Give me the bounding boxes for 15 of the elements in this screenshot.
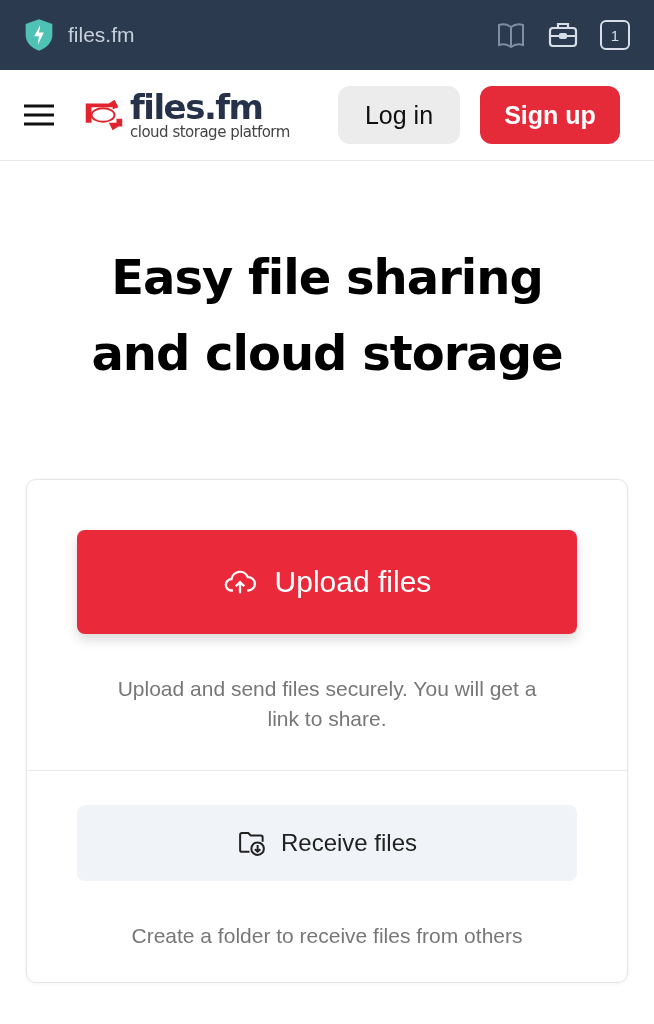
tab-count-button[interactable]: 1 [600, 20, 630, 50]
logo-wordmark[interactable]: files.fm [130, 90, 290, 124]
login-button[interactable]: Log in [338, 86, 460, 144]
shield-icon[interactable] [24, 18, 54, 52]
url-text[interactable]: files.fm [68, 23, 135, 47]
upload-button[interactable]: Upload files [77, 530, 577, 634]
upload-description: Upload and send files securely. You will get a link to share. [116, 676, 538, 732]
hero-title: Easy file sharing and cloud storage [90, 248, 564, 383]
receive-button[interactable]: Receive files [77, 805, 577, 881]
briefcase-icon[interactable] [548, 20, 578, 50]
book-icon[interactable] [496, 20, 526, 50]
logo-tagline: cloud storage platform [130, 124, 290, 140]
signup-button[interactable]: Sign up [480, 86, 620, 144]
receive-description: Create a folder to receive files from others [130, 923, 524, 949]
menu-icon[interactable] [24, 103, 54, 127]
